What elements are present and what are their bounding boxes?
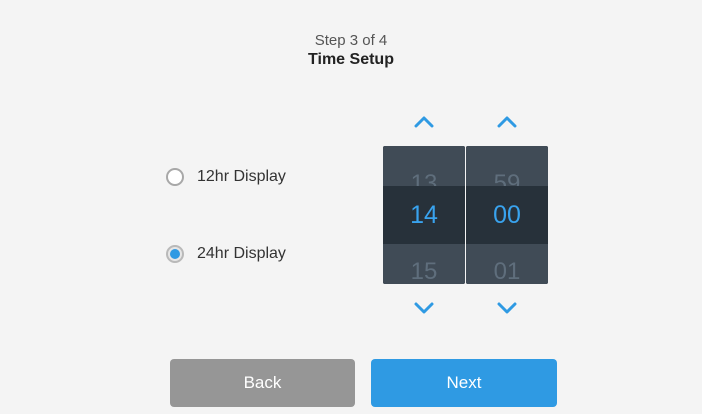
radio-24hr-display[interactable]: 24hr Display [166, 245, 286, 263]
hours-next-value[interactable]: 15 [383, 244, 465, 284]
minutes-current-value: 00 [466, 186, 548, 244]
radio-checked-icon[interactable] [166, 245, 184, 263]
hours-previous-value[interactable]: 13 [383, 146, 465, 186]
hours-previous-text: 13 [410, 170, 438, 186]
minutes-next-text: 01 [493, 258, 521, 284]
minutes-spinner: 59 00 01 [466, 108, 548, 322]
hours-next-text: 15 [410, 258, 438, 284]
chevron-down-icon [497, 302, 517, 314]
time-setup-screen: Step 3 of 4 Time Setup 12hr Display 24hr… [0, 0, 702, 414]
radio-unchecked-icon[interactable] [166, 168, 184, 186]
back-button[interactable]: Back [170, 359, 355, 407]
minutes-increment-button[interactable] [466, 108, 548, 136]
minutes-decrement-button[interactable] [466, 294, 548, 322]
minutes-previous-value[interactable]: 59 [466, 146, 548, 186]
hours-decrement-button[interactable] [383, 294, 465, 322]
hours-current-value: 14 [383, 186, 465, 244]
chevron-down-icon [414, 302, 434, 314]
radio-label-24hr: 24hr Display [197, 245, 286, 262]
hours-wheel[interactable]: 13 14 15 [383, 146, 465, 284]
hours-increment-button[interactable] [383, 108, 465, 136]
step-indicator: Step 3 of 4 [314, 32, 388, 49]
minutes-next-value[interactable]: 01 [466, 244, 548, 284]
page-title: Time Setup [308, 51, 394, 68]
hours-spinner: 13 14 15 [383, 108, 465, 322]
minutes-previous-text: 59 [493, 170, 521, 186]
header: Step 3 of 4 Time Setup [0, 32, 702, 70]
chevron-up-icon [414, 116, 434, 128]
next-button[interactable]: Next [371, 359, 557, 407]
radio-label-12hr: 12hr Display [197, 168, 286, 185]
minutes-wheel[interactable]: 59 00 01 [466, 146, 548, 284]
radio-12hr-display[interactable]: 12hr Display [166, 168, 286, 186]
chevron-up-icon [497, 116, 517, 128]
